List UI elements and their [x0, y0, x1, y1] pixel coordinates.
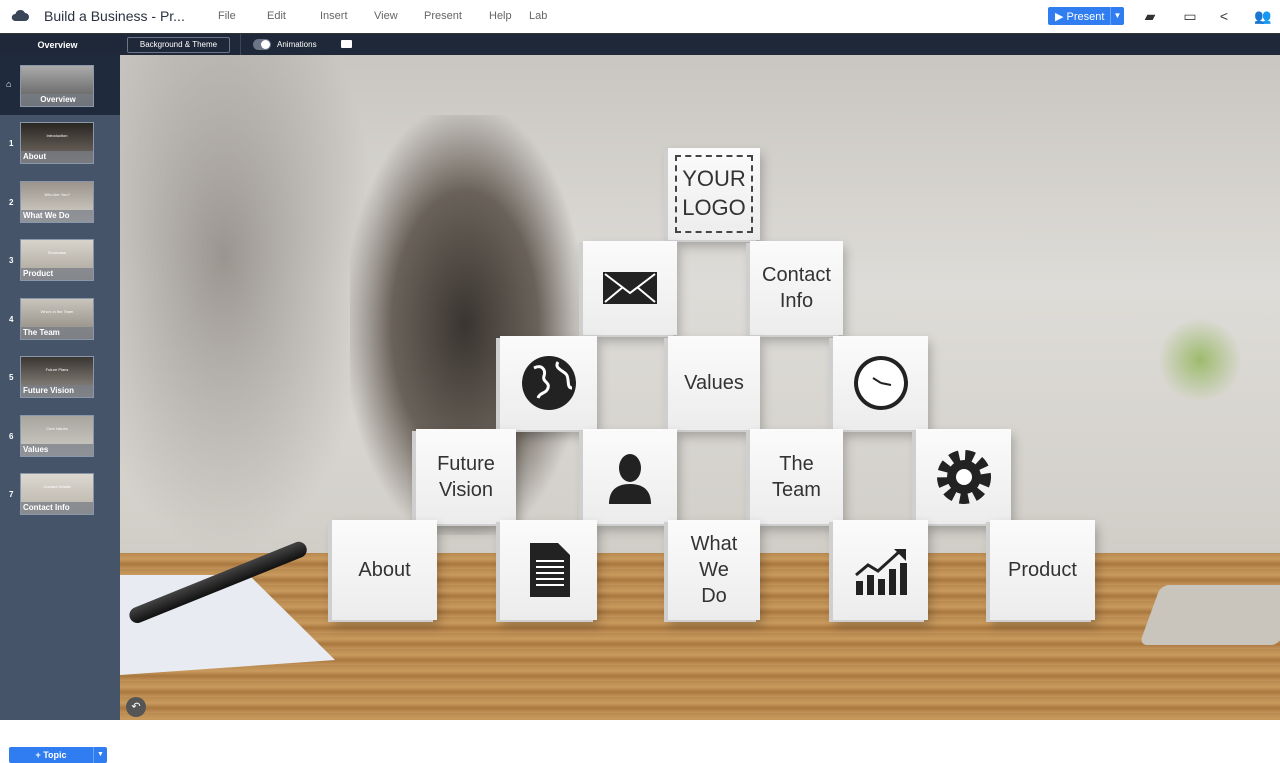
comment-icon[interactable]	[341, 40, 352, 48]
topic-number: 2	[9, 197, 14, 207]
presentation-title[interactable]: Build a Business - Pr...	[44, 8, 185, 24]
overview-thumb-label: Overview	[21, 94, 93, 106]
thumb-title: Future Plans	[45, 367, 69, 372]
growth-chart-icon	[854, 549, 907, 595]
add-topic-label: + Topic	[35, 750, 67, 760]
menu-bar: File Edit Insert View Present Help Lab	[218, 10, 547, 22]
overview-thumbnail[interactable]: Overview	[20, 65, 94, 107]
logo-block[interactable]: YOUR LOGO	[668, 148, 760, 240]
cloud-logo-icon[interactable]	[11, 8, 29, 22]
sidebar-item-topic[interactable]: Who Are You? What We Do	[20, 180, 94, 223]
present-button[interactable]: ▶ Present ▼	[1048, 7, 1124, 25]
menu-help[interactable]: Help	[489, 10, 529, 22]
what-we-do-block[interactable]: What We Do	[668, 520, 760, 620]
add-topic-button[interactable]: + Topic ▼	[9, 747, 107, 763]
the-team-block[interactable]: The Team	[750, 429, 843, 524]
globe-block[interactable]	[500, 336, 597, 430]
future-vision-block[interactable]: Future Vision	[416, 429, 516, 524]
present-dropdown-icon[interactable]: ▼	[1110, 7, 1124, 25]
sidebar-item-topic[interactable]: Contact Details Contact Info	[20, 473, 94, 515]
thumb-title: Showcase	[47, 250, 67, 255]
back-arrow-icon[interactable]: ↶	[126, 697, 146, 717]
share-icon[interactable]: <	[1216, 8, 1232, 24]
document-block[interactable]	[500, 520, 597, 620]
person-block[interactable]	[583, 429, 677, 524]
thumb-title: Contact Details	[43, 484, 71, 489]
sidebar-item-topic[interactable]: Showcase Product	[20, 239, 94, 281]
animations-toggle[interactable]	[253, 39, 271, 50]
thumb-title: Who Are You?	[44, 191, 70, 197]
sidebar-item-topic[interactable]: Introduction About	[20, 122, 94, 164]
product-block[interactable]: Product	[990, 520, 1095, 620]
topic-number: 1	[9, 139, 14, 148]
phone-image	[1139, 585, 1280, 645]
topic-number: 6	[9, 431, 14, 441]
about-block[interactable]: About	[332, 520, 437, 620]
person-icon	[609, 453, 651, 504]
clock-block[interactable]	[833, 336, 928, 430]
collaborators-icon[interactable]: 👥	[1252, 8, 1274, 24]
topic-label: Contact Info	[21, 502, 93, 514]
slide-canvas[interactable]: YOUR LOGO Contact Info Values Future Vis…	[120, 55, 1280, 720]
background-theme-button[interactable]: Background & Theme	[127, 37, 230, 53]
divider	[240, 34, 241, 56]
topic-label: Future Vision	[21, 385, 93, 397]
sub-toolbar: Overview Background & Theme Animations	[0, 33, 1280, 56]
contact-info-block[interactable]: Contact Info	[750, 241, 843, 335]
comments-icon[interactable]: ▰	[1142, 8, 1158, 24]
menu-lab[interactable]: Lab	[529, 10, 547, 22]
background-blur	[120, 55, 380, 555]
sidebar-item-topic[interactable]: Future Plans Future Vision	[20, 356, 94, 398]
topic-label: What We Do	[21, 209, 93, 222]
values-block[interactable]: Values	[668, 336, 760, 430]
menu-insert[interactable]: Insert	[320, 10, 374, 22]
chart-block[interactable]	[833, 520, 928, 620]
clock-icon	[853, 356, 908, 410]
logo-placeholder: YOUR LOGO	[675, 155, 753, 233]
menu-file[interactable]: File	[218, 10, 267, 22]
topic-number: 7	[9, 490, 14, 499]
topic-label: Values	[21, 443, 93, 456]
thumb-title: Who's in the Team	[40, 308, 74, 314]
topic-label: About	[21, 151, 93, 163]
sidebar: ⌂ Overview 1 Introduction About 2 Who Are…	[0, 55, 120, 763]
gear-block[interactable]	[916, 429, 1011, 524]
topic-number: 4	[9, 314, 14, 324]
present-remotely-icon[interactable]: ▭	[1182, 8, 1198, 24]
thumb-title: Introduction	[46, 133, 68, 138]
topic-label: The Team	[21, 326, 93, 339]
topic-label: Product	[21, 268, 93, 280]
topic-number: 3	[9, 256, 14, 265]
gear-icon	[936, 449, 991, 504]
top-bar: Build a Business - Pr... File Edit Inser…	[0, 0, 1280, 33]
menu-present[interactable]: Present	[424, 10, 489, 22]
sidebar-item-topic[interactable]: Who's in the Team The Team	[20, 297, 94, 340]
menu-edit[interactable]: Edit	[267, 10, 320, 22]
overview-tab[interactable]: Overview	[0, 34, 115, 56]
topic-number: 5	[9, 373, 14, 382]
globe-icon	[521, 356, 576, 410]
envelope-block[interactable]	[583, 241, 677, 335]
envelope-icon	[603, 272, 657, 304]
present-label: ▶ Present	[1055, 10, 1105, 23]
thumb-title: Core Values	[46, 425, 68, 431]
document-icon	[529, 543, 570, 597]
sidebar-item-topic[interactable]: Core Values Values	[20, 414, 94, 457]
menu-view[interactable]: View	[374, 10, 424, 22]
present-text: Present	[1066, 10, 1105, 23]
background-plant	[1160, 315, 1240, 405]
add-topic-dropdown-icon[interactable]: ▼	[93, 747, 107, 763]
sidebar-overview[interactable]: ⌂ Overview	[0, 55, 120, 115]
animations-label: Animations	[277, 40, 317, 49]
home-icon: ⌂	[6, 79, 12, 89]
